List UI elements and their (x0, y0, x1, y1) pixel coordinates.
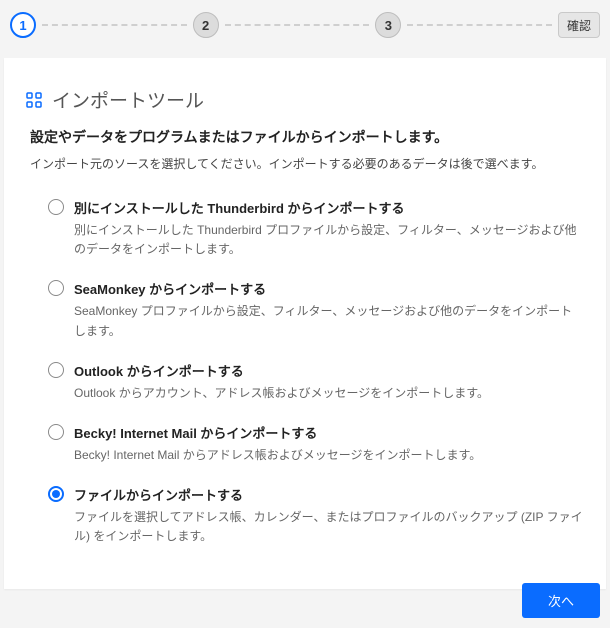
radio-outlook[interactable] (48, 362, 64, 378)
page-title: インポートツール (52, 86, 204, 113)
option-label[interactable]: ファイルからインポートする (74, 485, 584, 504)
page-subtitle: 設定やデータをプログラムまたはファイルからインポートします。 (30, 127, 584, 147)
option-desc: SeaMonkey プロファイルから設定、フィルター、メッセージおよび他のデータ… (74, 302, 584, 340)
grid-icon (26, 92, 42, 108)
options-list: 別にインストールした Thunderbird からインポートする 別にインストー… (48, 198, 584, 547)
option-file: ファイルからインポートする ファイルを選択してアドレス帳、カレンダー、またはプロ… (48, 485, 584, 546)
option-seamonkey: SeaMonkey からインポートする SeaMonkey プロファイルから設定… (48, 279, 584, 340)
step-connector (42, 24, 187, 26)
option-outlook: Outlook からインポートする Outlook からアカウント、アドレス帳お… (48, 361, 584, 403)
option-body: SeaMonkey からインポートする SeaMonkey プロファイルから設定… (74, 279, 584, 340)
step-confirm[interactable]: 確認 (558, 12, 600, 38)
option-label[interactable]: SeaMonkey からインポートする (74, 279, 584, 298)
main-card: インポートツール 設定やデータをプログラムまたはファイルからインポートします。 … (4, 58, 606, 589)
title-row: インポートツール (26, 86, 584, 113)
option-body: 別にインストールした Thunderbird からインポートする 別にインストー… (74, 198, 584, 259)
radio-becky[interactable] (48, 424, 64, 440)
option-thunderbird: 別にインストールした Thunderbird からインポートする 別にインストー… (48, 198, 584, 259)
option-label[interactable]: Outlook からインポートする (74, 361, 584, 380)
step-2[interactable]: 2 (193, 12, 219, 38)
option-label[interactable]: Becky! Internet Mail からインポートする (74, 423, 584, 442)
option-label[interactable]: 別にインストールした Thunderbird からインポートする (74, 198, 584, 217)
step-connector (225, 24, 370, 26)
option-body: ファイルからインポートする ファイルを選択してアドレス帳、カレンダー、またはプロ… (74, 485, 584, 546)
next-button[interactable]: 次へ (522, 583, 600, 618)
stepper: 1 2 3 確認 (0, 0, 610, 50)
radio-seamonkey[interactable] (48, 280, 64, 296)
footer: 次へ (522, 583, 600, 618)
page-description: インポート元のソースを選択してください。インポートする必要のあるデータは後で選べ… (30, 155, 584, 172)
radio-file[interactable] (48, 486, 64, 502)
step-3[interactable]: 3 (375, 12, 401, 38)
option-desc: 別にインストールした Thunderbird プロファイルから設定、フィルター、… (74, 221, 584, 259)
radio-thunderbird[interactable] (48, 199, 64, 215)
option-desc: ファイルを選択してアドレス帳、カレンダー、またはプロファイルのバックアップ (Z… (74, 508, 584, 546)
step-1[interactable]: 1 (10, 12, 36, 38)
option-becky: Becky! Internet Mail からインポートする Becky! In… (48, 423, 584, 465)
step-connector (407, 24, 552, 26)
option-body: Outlook からインポートする Outlook からアカウント、アドレス帳お… (74, 361, 584, 403)
option-desc: Outlook からアカウント、アドレス帳およびメッセージをインポートします。 (74, 384, 584, 403)
option-desc: Becky! Internet Mail からアドレス帳およびメッセージをインポ… (74, 446, 584, 465)
option-body: Becky! Internet Mail からインポートする Becky! In… (74, 423, 584, 465)
